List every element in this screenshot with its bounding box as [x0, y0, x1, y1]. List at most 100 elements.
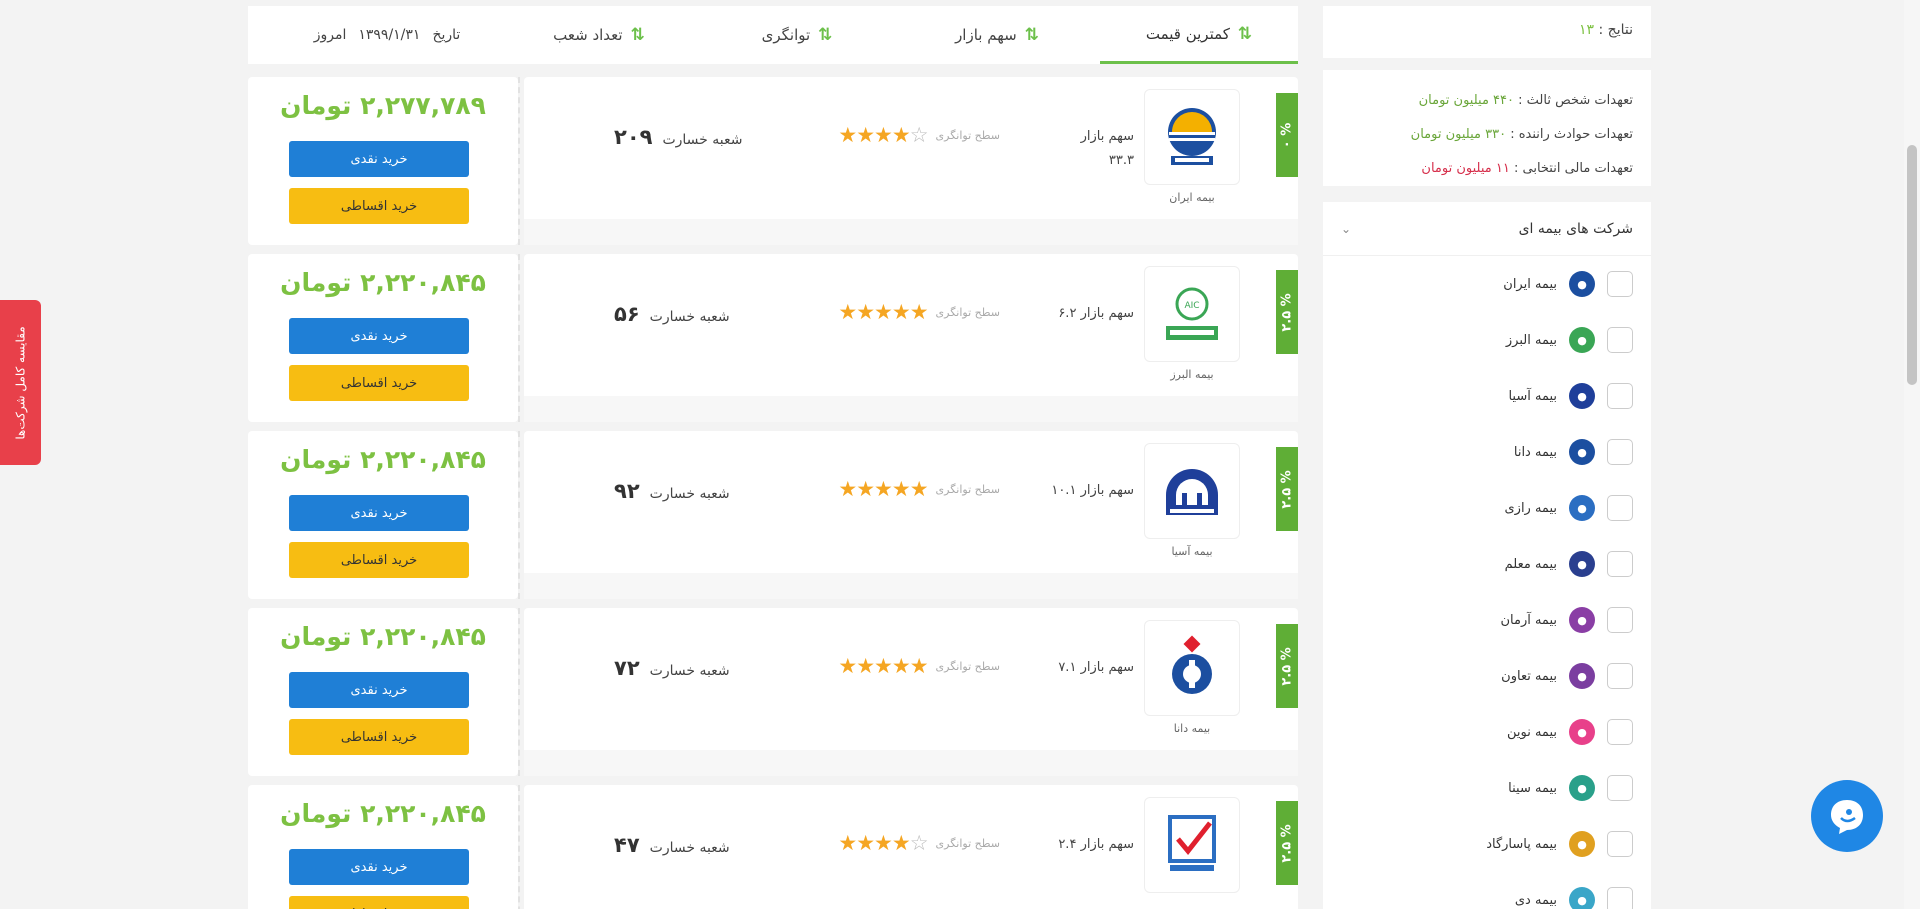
tab-market-share[interactable]: ⇅ سهم بازار — [898, 6, 1096, 64]
star-filled-icon: ★★★★ — [838, 123, 910, 147]
market-share: سهم بازار ۲.۴ — [1024, 833, 1134, 857]
company-logo[interactable] — [1144, 620, 1240, 716]
share-label: سهم بازار — [1080, 837, 1134, 852]
share-value: ۷.۱ — [1058, 660, 1077, 675]
company-name: بیمه ایران — [1169, 191, 1215, 204]
cash-buy-button[interactable]: خرید نقدی — [289, 495, 469, 531]
company-option[interactable]: ● بیمه آرمان — [1323, 592, 1651, 648]
installment-buy-button[interactable]: خرید اقساطی — [289, 188, 469, 224]
company-checkbox[interactable] — [1607, 775, 1633, 801]
solvency-rating: سطح توانگری ☆★★★★ — [760, 123, 1000, 147]
company-option[interactable]: ● بیمه معلم — [1323, 536, 1651, 592]
company-option[interactable]: ● بیمه البرز — [1323, 312, 1651, 368]
company-option[interactable]: ● بیمه سینا — [1323, 760, 1651, 816]
coverage-item: تعهدات مالی انتخابی : ۱۱ میلیون تومان — [1341, 152, 1633, 186]
company-checkbox[interactable] — [1607, 327, 1633, 353]
footer-band — [524, 396, 1298, 422]
claims-number: ۲۰۹ — [614, 125, 653, 149]
company-checkbox[interactable] — [1607, 551, 1633, 577]
sort-icon: ⇅ — [818, 25, 833, 45]
claims-label: شعبه خسارت — [662, 132, 743, 148]
company-filter-header[interactable]: شرکت های بیمه ای ⌄ — [1323, 202, 1651, 256]
rating-label: سطح توانگری — [935, 482, 1000, 496]
company-logo[interactable]: AIC — [1144, 266, 1240, 362]
coverage-item: تعهدات حوادث راننده : ۳۳۰ میلیون تومان — [1341, 118, 1633, 152]
razi-logo-icon — [1168, 815, 1216, 871]
company-option[interactable]: ● بیمه ایران — [1323, 256, 1651, 312]
razi-icon: ● — [1569, 495, 1595, 521]
star-filled-icon: ★★★★ — [838, 831, 910, 855]
company-option[interactable]: ● بیمه دی — [1323, 872, 1651, 909]
coverage-value: ۳۳۰ میلیون تومان — [1410, 127, 1507, 142]
coverage-value: ۱۱ میلیون تومان — [1421, 161, 1510, 176]
sort-icon: ⇅ — [1237, 23, 1253, 44]
company-option[interactable]: ● بیمه تعاون — [1323, 648, 1651, 704]
price: ۲,۲۲۰,۸۴۵ تومان — [280, 445, 486, 474]
tab-lowest-price[interactable]: ⇅ کمترین قیمت — [1100, 6, 1298, 64]
sina-icon: ● — [1569, 775, 1595, 801]
company-option-label: بیمه آسیا — [1508, 388, 1557, 404]
pasargad-icon: ● — [1569, 831, 1595, 857]
star-filled-icon: ★★★★★ — [838, 300, 928, 324]
compare-companies-tab[interactable]: مقایسه کامل شرکت‌ها — [0, 300, 41, 465]
company-checkbox[interactable] — [1607, 383, 1633, 409]
company-option-label: بیمه دی — [1514, 892, 1557, 908]
company-option[interactable]: ● بیمه پاسارگاد — [1323, 816, 1651, 872]
rating-label: سطح توانگری — [935, 128, 1000, 142]
tab-branch-count[interactable]: ⇅ تعداد شعب — [500, 6, 698, 64]
price: ۲,۲۷۷,۷۸۹ تومان — [280, 91, 486, 120]
cash-buy-button[interactable]: خرید نقدی — [289, 672, 469, 708]
company-checkbox[interactable] — [1607, 887, 1633, 909]
coverage-label: تعهدات شخص ثالث : — [1518, 93, 1633, 108]
tab-solvency[interactable]: ⇅ توانگری — [698, 6, 896, 64]
company-checkbox[interactable] — [1607, 719, 1633, 745]
company-checkbox[interactable] — [1607, 607, 1633, 633]
chevron-down-icon[interactable]: ⌄ — [1341, 222, 1351, 236]
discount-badge: ۲.۵ % — [1276, 624, 1298, 708]
chat-button[interactable] — [1811, 780, 1883, 852]
scrollbar[interactable] — [1904, 0, 1920, 909]
company-checkbox[interactable] — [1607, 495, 1633, 521]
iran-icon: ● — [1569, 271, 1595, 297]
company-name: بیمه البرز — [1170, 368, 1214, 381]
claims-number: ۵۶ — [614, 302, 640, 326]
company-option[interactable]: ● بیمه آسیا — [1323, 368, 1651, 424]
company-checkbox[interactable] — [1607, 663, 1633, 689]
company-logo[interactable] — [1144, 443, 1240, 539]
cash-buy-button[interactable]: خرید نقدی — [289, 318, 469, 354]
company-option-label: بیمه معلم — [1504, 556, 1557, 572]
footer-band — [524, 219, 1298, 245]
company-option[interactable]: ● بیمه نوین — [1323, 704, 1651, 760]
claims-label: شعبه خسارت — [649, 840, 730, 856]
share-value: ۱۰.۱ — [1051, 483, 1077, 498]
star-rating: ★★★★★ — [838, 477, 928, 501]
company-checkbox[interactable] — [1607, 271, 1633, 297]
installment-buy-button[interactable]: خرید اقساطی — [289, 719, 469, 755]
company-option[interactable]: ● بیمه دانا — [1323, 424, 1651, 480]
price-panel: ۲,۲۲۰,۸۴۵ تومان خرید نقدی خرید اقساطی — [248, 785, 518, 909]
share-value: ۲.۴ — [1058, 837, 1077, 852]
installment-buy-button[interactable]: خرید اقساطی — [289, 896, 469, 909]
company-name: بیمه دانا — [1173, 722, 1211, 735]
company-option-label: بیمه پاسارگاد — [1486, 836, 1557, 852]
company-checkbox[interactable] — [1607, 439, 1633, 465]
cash-buy-button[interactable]: خرید نقدی — [289, 141, 469, 177]
company-option[interactable]: ● بیمه رازی — [1323, 480, 1651, 536]
company-logo[interactable] — [1144, 89, 1240, 185]
coverage-label: تعهدات حوادث راننده : — [1510, 127, 1633, 142]
installment-buy-button[interactable]: خرید اقساطی — [289, 365, 469, 401]
company-checkbox[interactable] — [1607, 831, 1633, 857]
company-logo[interactable] — [1144, 797, 1240, 893]
installment-buy-button[interactable]: خرید اقساطی — [289, 542, 469, 578]
alborz-icon: ● — [1569, 327, 1595, 353]
price: ۲,۲۲۰,۸۴۵ تومان — [280, 268, 486, 297]
company-name: بیمه آسیا — [1171, 545, 1213, 558]
price: ۲,۲۲۰,۸۴۵ تومان — [280, 622, 486, 651]
star-rating: ★★★★★ — [838, 300, 928, 324]
cash-buy-button[interactable]: خرید نقدی — [289, 849, 469, 885]
price-panel: ۲,۲۲۰,۸۴۵ تومان خرید نقدی خرید اقساطی — [248, 431, 518, 599]
compare-tab-label: مقایسه کامل شرکت‌ها — [13, 325, 28, 440]
date-value: ۱۳۹۹/۱/۳۱ — [358, 27, 421, 43]
scrollbar-thumb[interactable] — [1907, 145, 1917, 385]
date-label: تاریخ — [432, 27, 461, 43]
